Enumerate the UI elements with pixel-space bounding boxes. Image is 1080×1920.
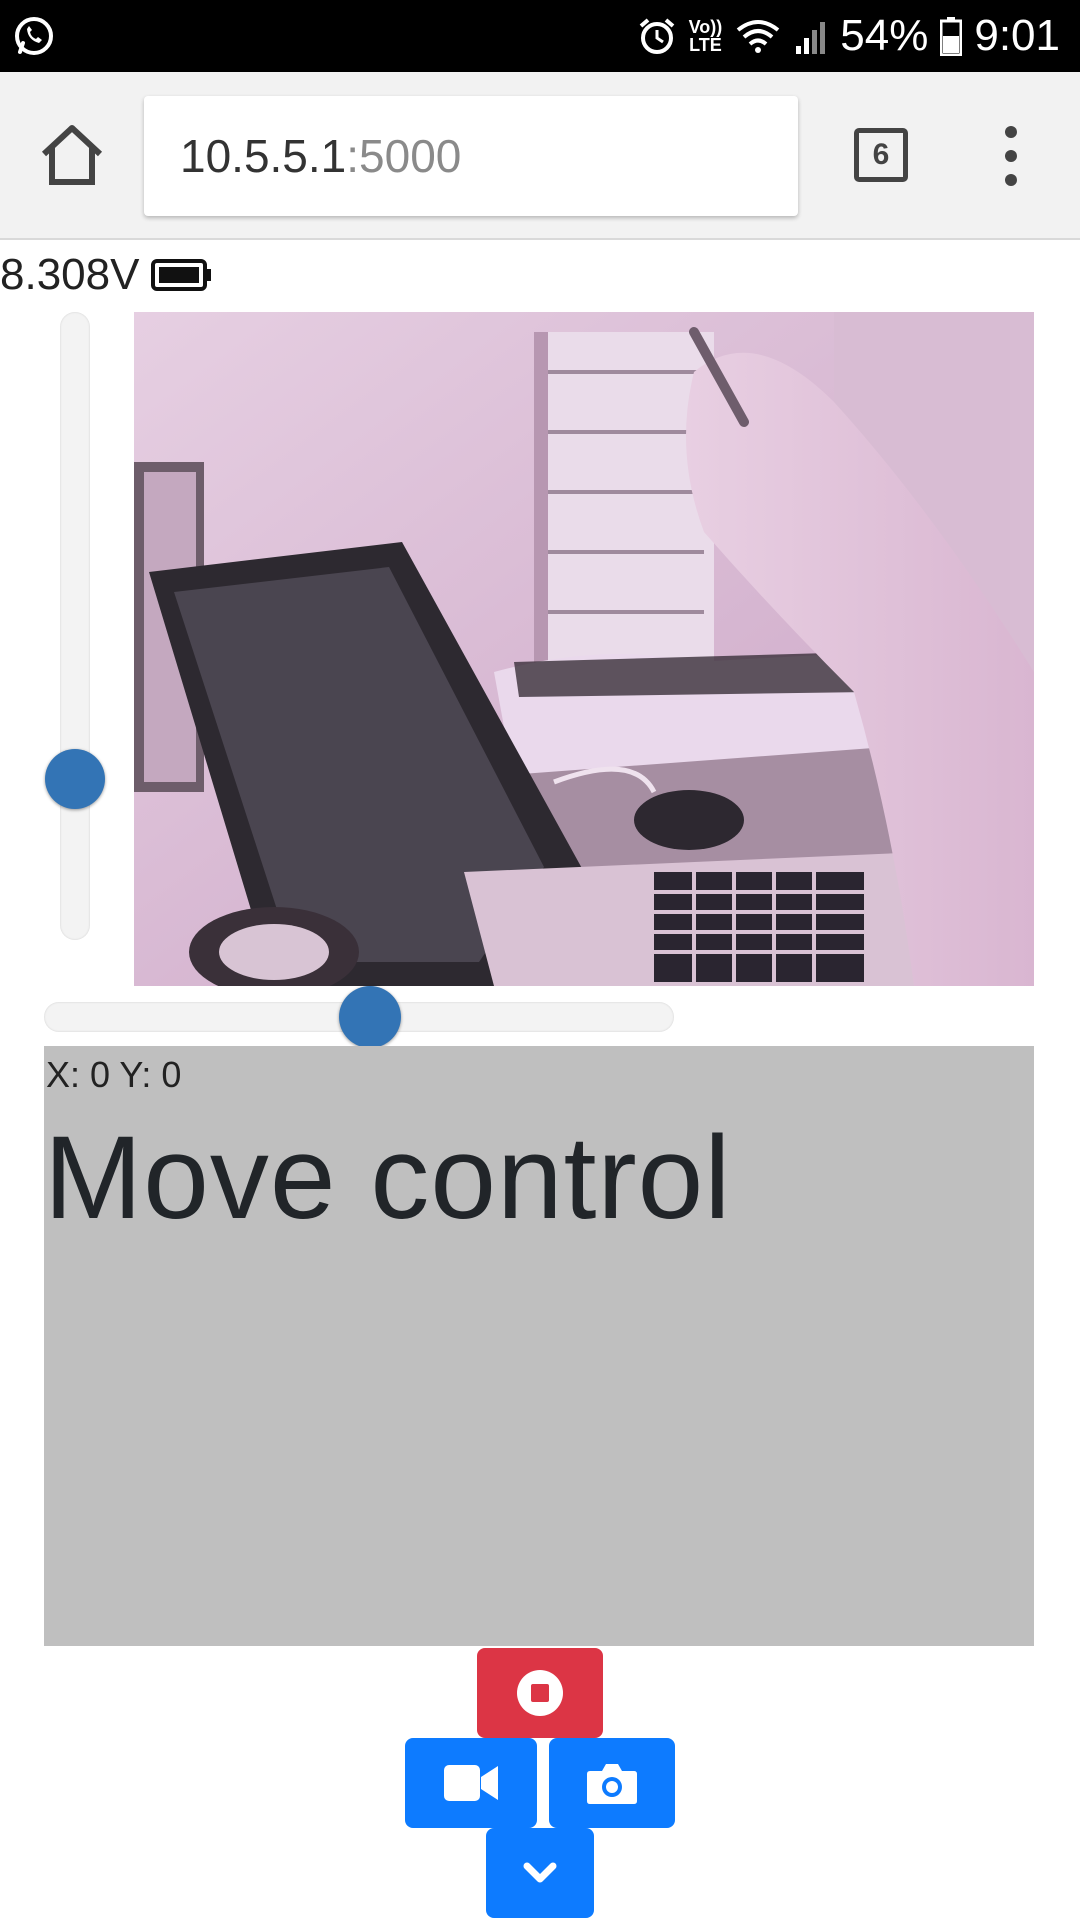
more-vert-icon[interactable] [996, 122, 1026, 190]
tab-count: 6 [872, 138, 890, 171]
stop-circle-icon [517, 1670, 563, 1716]
clock: 9:01 [974, 11, 1060, 60]
pan-slider-thumb[interactable] [339, 986, 402, 1048]
move-down-button[interactable] [486, 1828, 594, 1918]
move-control-title: Move control [44, 1112, 732, 1244]
stop-button[interactable] [477, 1648, 603, 1738]
tilt-slider-thumb[interactable] [45, 749, 105, 810]
home-icon[interactable] [38, 122, 106, 190]
chevron-down-icon [523, 1862, 557, 1883]
record-video-button[interactable] [405, 1738, 537, 1828]
coords-readout: X: 0 Y: 0 [46, 1054, 182, 1095]
tab-switcher-button[interactable]: 6 [854, 128, 908, 182]
status-icons: Vo)) LTE 54% 9:01 [637, 10, 1060, 62]
voltage-value: 8.308V [0, 250, 140, 299]
battery-percent: 54% [840, 11, 929, 60]
battery-icon [940, 17, 963, 56]
browser-toolbar: 10.5.5.1:5000 6 [0, 72, 1080, 240]
signal-icon [796, 22, 826, 54]
take-photo-button[interactable] [549, 1738, 675, 1828]
camera-icon [587, 1764, 637, 1804]
volte-indicator: Vo)) LTE [688, 17, 723, 55]
alarm-icon [639, 18, 674, 54]
voltage-indicator: 8.308V [0, 250, 213, 300]
url-port: :5000 [346, 130, 462, 182]
wifi-icon [737, 20, 780, 53]
move-control-pad[interactable]: X: 0 Y: 0 Move control [44, 1046, 1034, 1646]
address-bar[interactable]: 10.5.5.1:5000 [144, 96, 798, 216]
camera-image [134, 312, 1034, 986]
battery-full-icon [151, 259, 212, 291]
whatsapp-icon [15, 17, 53, 55]
url-host: 10.5.5.1 [180, 130, 347, 182]
status-bar: Vo)) LTE 54% 9:01 [0, 0, 1080, 72]
tilt-slider-track[interactable] [60, 312, 90, 940]
video-camera-icon [444, 1765, 498, 1801]
camera-feed [134, 312, 1034, 986]
